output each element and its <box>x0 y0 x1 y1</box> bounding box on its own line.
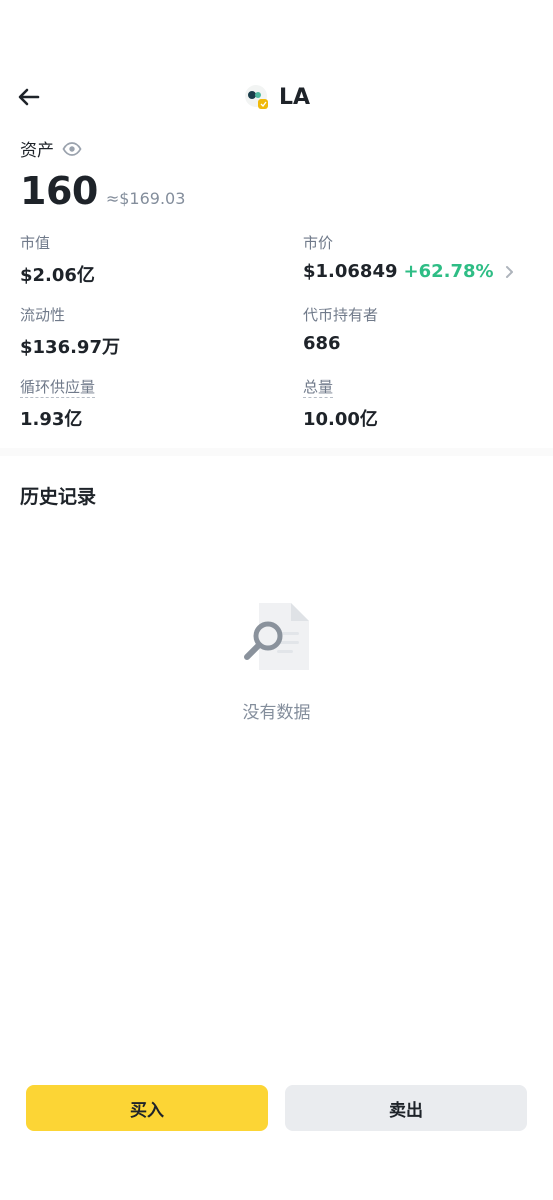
token-symbol: LA <box>278 84 311 110</box>
top-bar: LA <box>0 72 553 124</box>
buy-button[interactable]: 买入 <box>26 1085 268 1131</box>
token-title: LA <box>0 84 553 110</box>
price-change: +62.78% <box>403 261 494 282</box>
stat-value: 1.93亿 <box>20 409 83 430</box>
price-detail-link[interactable]: $1.06849 +62.78% <box>303 261 516 282</box>
stat-market-cap: 市值 $2.06亿 <box>20 232 95 287</box>
balance-usd-value: ≈$169.03 <box>105 189 186 208</box>
token-balance: 160 <box>20 169 98 213</box>
stat-label: 代币持有者 <box>303 306 379 324</box>
empty-state-text: 没有数据 <box>242 703 311 723</box>
assets-label: 资产 <box>20 141 54 161</box>
stat-label: 流动性 <box>20 306 66 324</box>
stat-liquidity: 流动性 $136.97万 <box>20 304 120 359</box>
stat-label[interactable]: 循环供应量 <box>20 378 96 398</box>
stat-holders: 代币持有者 686 <box>303 304 378 354</box>
stat-value: 686 <box>303 333 341 354</box>
eye-icon[interactable] <box>62 139 82 159</box>
stat-price: 市价 $1.06849 +62.78% <box>303 232 516 282</box>
stat-total-supply: 总量 10.00亿 <box>303 376 378 431</box>
stat-circulating-supply: 循环供应量 1.93亿 <box>20 376 96 431</box>
stat-label: 市值 <box>20 234 51 252</box>
stat-value: $136.97万 <box>20 337 120 358</box>
search-document-icon <box>243 603 309 670</box>
sell-button[interactable]: 卖出 <box>285 1085 527 1131</box>
stat-value: 10.00亿 <box>303 409 378 430</box>
assets-section: 资产 160 ≈$169.03 <box>20 136 185 213</box>
token-logo-icon <box>243 84 269 110</box>
chevron-right-icon <box>505 265 513 278</box>
price-value: $1.06849 <box>303 261 398 282</box>
stat-label[interactable]: 总量 <box>303 378 334 398</box>
stat-label: 市价 <box>303 234 334 252</box>
section-divider <box>0 448 553 456</box>
empty-state: 没有数据 <box>0 600 553 723</box>
history-title: 历史记录 <box>20 486 97 508</box>
stat-value: $2.06亿 <box>20 265 95 286</box>
